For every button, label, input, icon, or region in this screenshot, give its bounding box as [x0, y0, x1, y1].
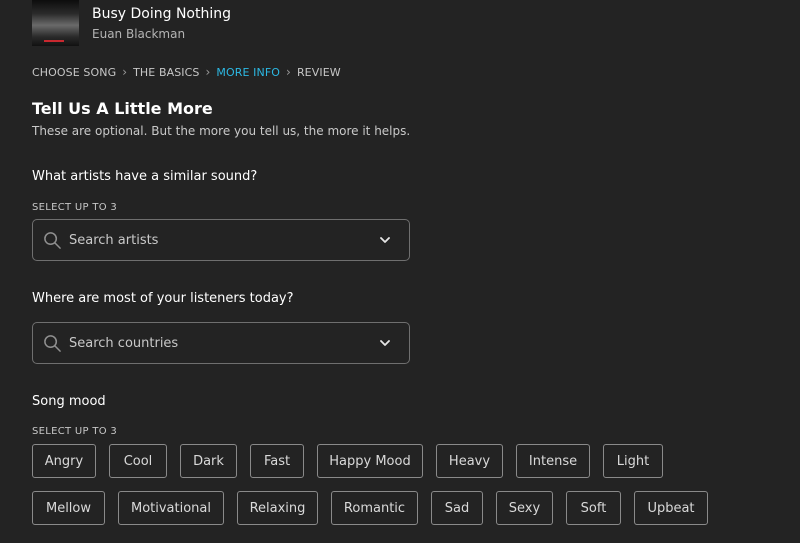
artists-search-input[interactable]	[69, 220, 369, 260]
search-icon	[44, 232, 61, 249]
mood-chip-cool[interactable]: Cool	[109, 444, 167, 478]
mood-chip-romantic[interactable]: Romantic	[331, 491, 418, 525]
song-mood-caption: SELECT UP TO 3	[32, 426, 118, 437]
mood-chip-row: Mellow Motivational Relaxing Romantic Sa…	[32, 491, 721, 525]
artists-search-dropdown[interactable]	[32, 219, 410, 261]
breadcrumb-choose-song[interactable]: CHOOSE SONG	[32, 66, 116, 79]
mood-chip-relaxing[interactable]: Relaxing	[237, 491, 318, 525]
similar-artists-question: What artists have a similar sound?	[32, 169, 258, 184]
page-subtitle: These are optional. But the more you tel…	[32, 124, 411, 138]
mood-chip-light[interactable]: Light	[603, 444, 663, 478]
mood-chip-angry[interactable]: Angry	[32, 444, 96, 478]
similar-artists-caption: SELECT UP TO 3	[32, 202, 118, 213]
song-title: Busy Doing Nothing	[92, 6, 232, 22]
chevron-down-icon[interactable]	[379, 235, 391, 245]
song-header: Busy Doing Nothing Euan Blackman	[32, 0, 231, 46]
breadcrumb-review[interactable]: REVIEW	[297, 66, 341, 79]
mood-chip-fast[interactable]: Fast	[250, 444, 304, 478]
mood-chip-upbeat[interactable]: Upbeat	[634, 491, 708, 525]
mood-chip-happy-mood[interactable]: Happy Mood	[317, 444, 423, 478]
chevron-down-icon[interactable]	[379, 338, 391, 348]
more-info-page: Busy Doing Nothing Euan Blackman CHOOSE …	[0, 0, 800, 543]
breadcrumb-the-basics[interactable]: THE BASICS	[133, 66, 199, 79]
mood-chip-sexy[interactable]: Sexy	[496, 491, 553, 525]
mood-chip-heavy[interactable]: Heavy	[436, 444, 503, 478]
mood-chip-dark[interactable]: Dark	[180, 444, 237, 478]
chevron-right-icon: ›	[205, 65, 211, 79]
page-title: Tell Us A Little More	[32, 99, 213, 118]
mood-chip-intense[interactable]: Intense	[516, 444, 590, 478]
chevron-right-icon: ›	[122, 65, 128, 79]
listeners-question: Where are most of your listeners today?	[32, 291, 294, 306]
mood-chip-mellow[interactable]: Mellow	[32, 491, 105, 525]
chevron-right-icon: ›	[286, 65, 291, 79]
album-cover	[32, 0, 79, 46]
mood-chip-row: Angry Cool Dark Fast Happy Mood Heavy In…	[32, 444, 676, 478]
song-artist: Euan Blackman	[92, 27, 186, 41]
mood-chip-motivational[interactable]: Motivational	[118, 491, 224, 525]
countries-search-input[interactable]	[69, 323, 369, 363]
mood-chip-sad[interactable]: Sad	[431, 491, 483, 525]
mood-chip-soft[interactable]: Soft	[566, 491, 621, 525]
search-icon	[44, 335, 61, 352]
countries-search-dropdown[interactable]	[32, 322, 410, 364]
breadcrumb: CHOOSE SONG › THE BASICS › MORE INFO › R…	[32, 65, 341, 79]
breadcrumb-more-info[interactable]: MORE INFO	[216, 66, 280, 79]
song-meta: Busy Doing Nothing Euan Blackman	[92, 0, 231, 46]
song-mood-question: Song mood	[32, 394, 106, 409]
